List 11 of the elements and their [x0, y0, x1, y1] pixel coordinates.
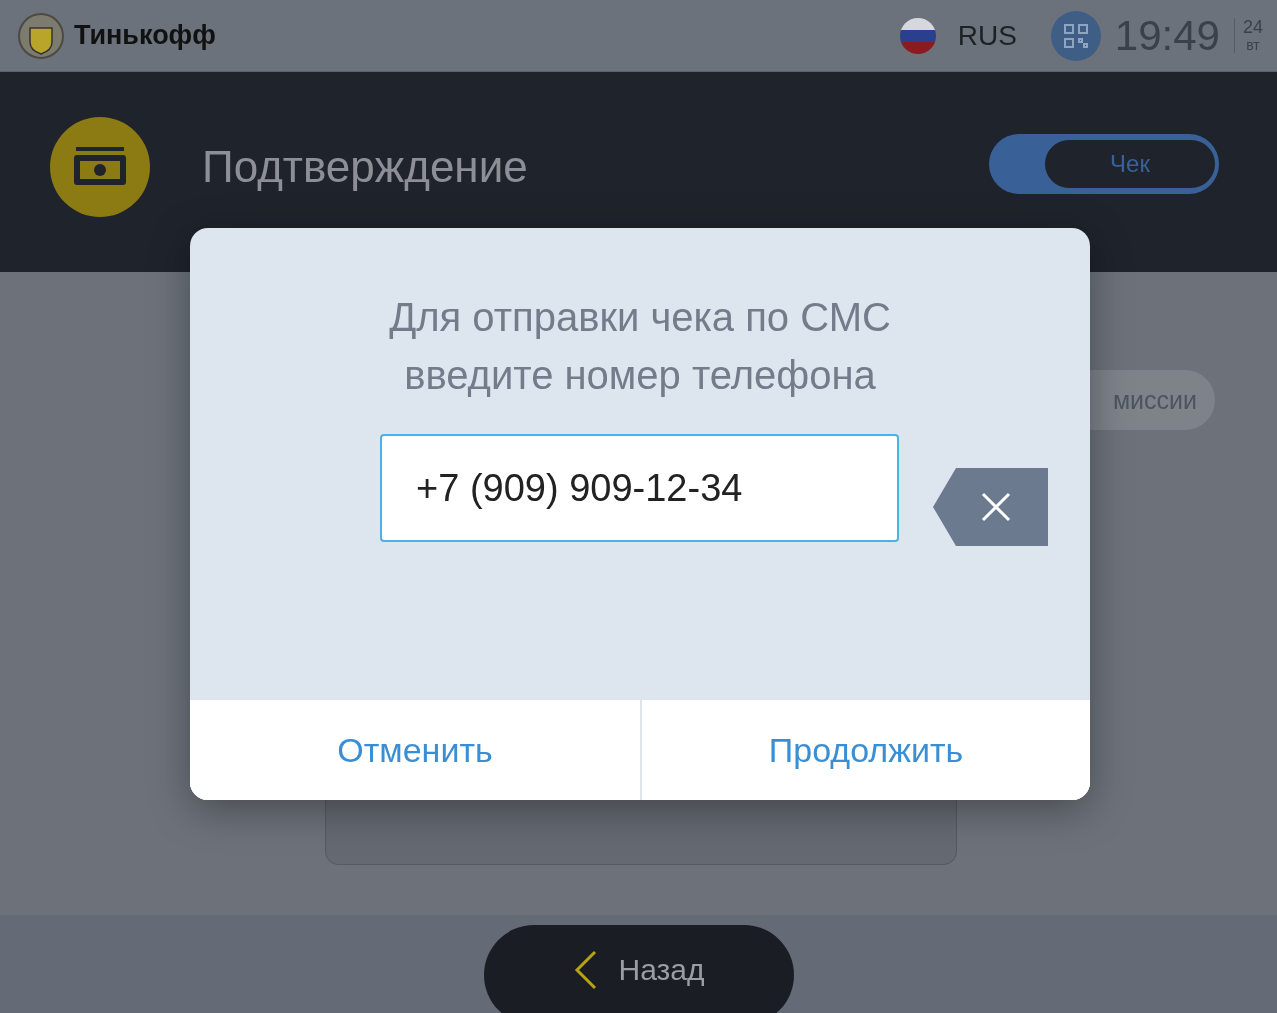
receipt-toggle[interactable]: Чек: [989, 134, 1219, 194]
brand-name: Тинькофф: [74, 20, 216, 51]
back-button[interactable]: Назад: [483, 925, 794, 1013]
backspace-button[interactable]: [933, 468, 1048, 546]
continue-button[interactable]: Продолжить: [640, 700, 1090, 800]
dialog-message: Для отправки чека по СМС введите номер телефона: [388, 294, 892, 399]
phone-input-field[interactable]: +7 (909) 909-12-34: [380, 434, 899, 542]
page-title: Подтверждение: [202, 142, 528, 192]
russian-flag-icon: [899, 17, 936, 54]
language-label[interactable]: RUS: [957, 19, 1017, 52]
chevron-left-icon: [572, 949, 599, 990]
